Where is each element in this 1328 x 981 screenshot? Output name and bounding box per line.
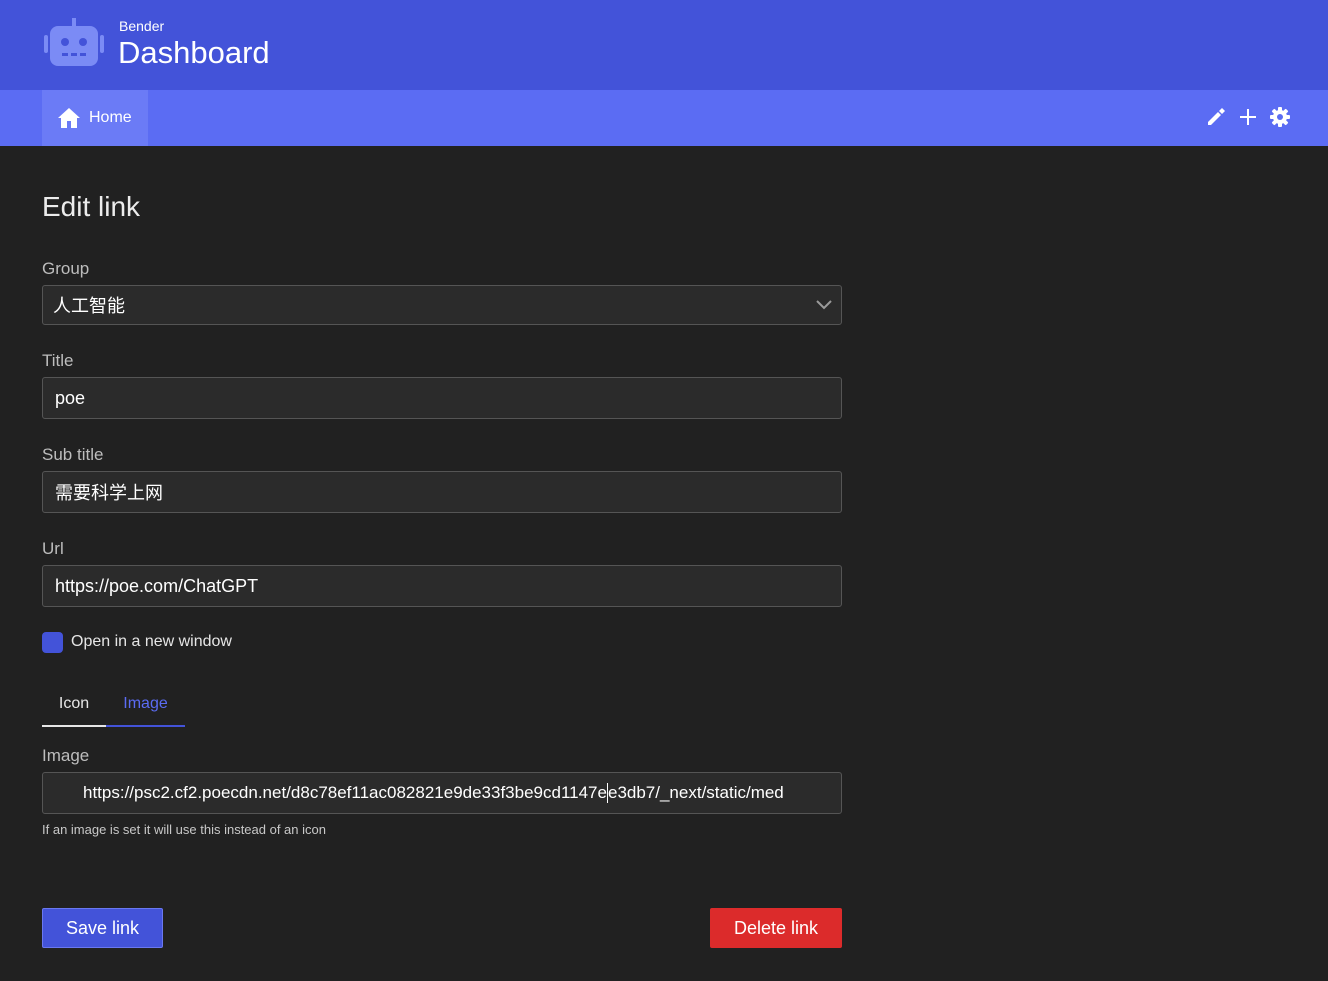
pencil-icon[interactable] [1206, 106, 1226, 128]
subtitle-input[interactable]: 需要科学上网 [42, 471, 842, 513]
image-label: Image [42, 746, 90, 765]
page-title: Edit link [42, 191, 141, 222]
url-input-value: https://poe.com/ChatGPT [55, 575, 259, 596]
title-label: Title [42, 351, 74, 370]
nav-home-button[interactable]: Home [42, 90, 148, 146]
image-url-input[interactable]: https://psc2.cf2.poecdn.net/d8c78ef11ac0… [42, 772, 842, 814]
nav-actions [1206, 106, 1290, 128]
group-label: Group [42, 259, 90, 278]
new-window-checkbox[interactable] [42, 632, 63, 653]
image-url-value-start: https://psc2.cf2.poecdn.net/d8c78ef11ac0… [83, 783, 607, 802]
gear-icon[interactable] [1270, 106, 1290, 128]
chevron-down-icon [816, 300, 832, 310]
group-select[interactable]: 人工智能 [42, 285, 842, 325]
home-icon [58, 108, 80, 128]
nav-home-label: Home [89, 109, 132, 126]
plus-icon[interactable] [1238, 106, 1258, 128]
url-input[interactable]: https://poe.com/ChatGPT [42, 565, 842, 607]
delete-link-button[interactable]: Delete link [710, 908, 842, 948]
title-input-value: poe [55, 387, 86, 408]
subtitle-input-value: 需要科学上网 [55, 483, 163, 503]
new-window-label: Open in a new window [71, 633, 232, 650]
tab-image[interactable]: Image [106, 695, 185, 727]
url-label: Url [42, 539, 64, 558]
app-header: Bender Dashboard [0, 0, 1328, 90]
subtitle-label: Sub title [42, 445, 104, 464]
tab-icon[interactable]: Icon [42, 695, 106, 727]
group-select-value: 人工智能 [53, 296, 125, 316]
robot-icon [44, 18, 104, 66]
image-help-text: If an image is set it will use this inst… [42, 822, 326, 837]
title-input[interactable]: poe [42, 377, 842, 419]
save-link-button[interactable]: Save link [42, 908, 163, 948]
brand-title: Dashboard [118, 35, 270, 70]
brand-subtitle: Bender [119, 18, 165, 34]
image-url-value-end: e3db7/_next/static/med [607, 783, 784, 802]
nav-bar: Home [0, 90, 1328, 146]
